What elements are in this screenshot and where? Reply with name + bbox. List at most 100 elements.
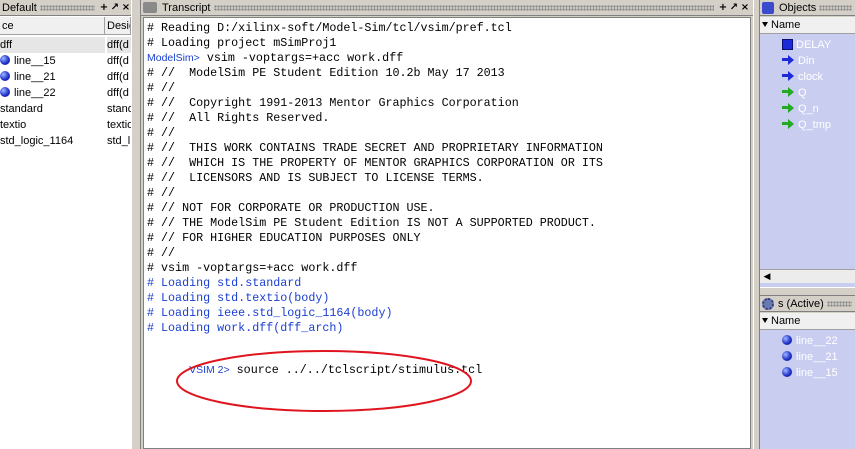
transcript-line: # // All Rights Reserved.	[147, 111, 329, 126]
undock-icon[interactable]: ↗	[729, 2, 739, 13]
transcript-console[interactable]: # Reading D:/xilinx-soft/Model-Sim/tcl/v…	[143, 17, 751, 449]
output-port-icon	[782, 103, 794, 113]
row-design: dff(d	[107, 55, 129, 67]
objects-column-header[interactable]: Name	[760, 17, 855, 34]
gear-icon	[762, 297, 774, 310]
line-text: # // NOT FOR CORPORATE OR PRODUCTION USE…	[147, 201, 435, 215]
line-text: # Loading ieee.std_logic_1164(body)	[147, 306, 393, 320]
processes-list: Name line__22 line__21 line__15	[760, 313, 855, 449]
object-row[interactable]: DELAY	[782, 37, 831, 53]
panel-splitter[interactable]	[753, 0, 760, 449]
process-name: line__21	[796, 351, 838, 363]
processes-panel: s (Active) Name line__22 line__21 line__…	[760, 296, 855, 449]
column-header-design-unit[interactable]: Desig	[105, 17, 131, 35]
line-text: # Loading project mSimProj1	[147, 36, 337, 50]
structure-titlebar: Default + ↗ ×	[0, 0, 131, 16]
close-icon[interactable]: ×	[121, 2, 131, 13]
transcript-line: # //	[147, 126, 175, 141]
row-name: line__21	[14, 71, 56, 83]
transcript-line: # Reading D:/xilinx-soft/Model-Sim/tcl/v…	[147, 21, 512, 36]
transcript-line: # // THE ModelSim PE Student Edition IS …	[147, 216, 596, 231]
column-label: Name	[771, 19, 801, 31]
drag-grip[interactable]	[39, 4, 95, 11]
line-text: # vsim -voptargs=+acc work.dff	[147, 261, 358, 275]
transcript-line: # Loading project mSimProj1	[147, 36, 336, 51]
process-ball-icon	[782, 335, 792, 345]
transcript-titlebar: Transcript + ↗ ×	[141, 0, 753, 16]
transcript-line: # // THIS WORK CONTAINS TRADE SECRET AND…	[147, 141, 603, 156]
line-text: # //	[147, 186, 176, 200]
column-header-instance[interactable]: ce	[0, 17, 105, 35]
process-name: line__15	[796, 367, 838, 379]
processes-column-header[interactable]: Name	[760, 313, 855, 330]
transcript-line: # vsim -voptargs=+acc work.dff	[147, 261, 357, 276]
object-row[interactable]: clock	[782, 69, 823, 85]
transcript-line: # // WHICH IS THE PROPERTY OF MENTOR GRA…	[147, 156, 603, 171]
process-row[interactable]: line__15	[782, 365, 838, 381]
process-row[interactable]: line__22	[782, 333, 838, 349]
drag-grip[interactable]	[819, 4, 852, 11]
tree-row-line21[interactable]: line__21 dff(d	[0, 69, 131, 85]
tree-row-line22[interactable]: line__22 dff(d	[0, 85, 131, 101]
panel-splitter[interactable]	[760, 287, 855, 296]
panel-splitter[interactable]	[131, 0, 141, 449]
add-icon[interactable]: +	[718, 2, 728, 13]
structure-title: Default	[2, 1, 37, 14]
object-name: Q_n	[798, 103, 819, 115]
line-text: # // All Rights Reserved.	[147, 111, 330, 125]
row-design: dff(d	[107, 87, 129, 99]
row-design: dff(d	[107, 37, 131, 53]
row-name: line__15	[14, 55, 56, 67]
transcript-line: # //	[147, 246, 175, 261]
line-text: # // LICENSORS AND IS SUBJECT TO LICENSE…	[147, 171, 484, 185]
undock-icon[interactable]: ↗	[110, 2, 120, 13]
transcript-line: # Loading ieee.std_logic_1164(body)	[147, 306, 392, 321]
process-row[interactable]: line__21	[782, 349, 838, 365]
object-name: Din	[798, 55, 815, 67]
drag-grip[interactable]	[213, 4, 714, 11]
line-text: # Loading work.dff(dff_arch)	[147, 321, 344, 335]
objects-list: Name DELAY Din clock Q Q_n Q_tmp ◀	[760, 17, 855, 287]
output-port-icon	[782, 87, 794, 97]
line-text: # // THE ModelSim PE Student Edition IS …	[147, 216, 596, 230]
structure-panel: Default + ↗ × ce Desig dff dff(d line__1…	[0, 0, 131, 449]
constant-icon	[782, 39, 793, 50]
row-name: textio	[0, 119, 27, 131]
input-port-icon	[782, 55, 794, 65]
add-icon[interactable]: +	[99, 2, 109, 13]
row-design: dff(d	[107, 71, 129, 83]
object-row[interactable]: Q_n	[782, 101, 819, 117]
line-text: # //	[147, 81, 176, 95]
object-row[interactable]: Din	[782, 53, 815, 69]
transcript-line: # // NOT FOR CORPORATE OR PRODUCTION USE…	[147, 201, 435, 216]
object-name: clock	[798, 71, 824, 83]
close-icon[interactable]: ×	[740, 2, 750, 13]
line-text: # Loading std.standard	[147, 276, 302, 290]
horizontal-scrollbar[interactable]: ◀	[760, 269, 855, 283]
transcript-line: # // FOR HIGHER EDUCATION PURPOSES ONLY	[147, 231, 421, 246]
tree-row-std-logic-1164[interactable]: std_logic_1164 std_l	[0, 133, 131, 149]
object-row[interactable]: Q_tmp	[782, 117, 831, 133]
process-ball-icon	[0, 55, 10, 65]
line-text: # // FOR HIGHER EDUCATION PURPOSES ONLY	[147, 231, 421, 245]
transcript-title: Transcript	[162, 1, 211, 14]
row-design: textio	[107, 119, 131, 131]
annotation-ellipse	[176, 350, 472, 412]
line-text: vsim -voptargs=+acc work.dff	[199, 51, 404, 65]
tree-row-standard[interactable]: standard stand	[0, 101, 131, 117]
transcript-line: # // LICENSORS AND IS SUBJECT TO LICENSE…	[147, 171, 484, 186]
objects-icon	[762, 1, 774, 14]
tree-row-dff[interactable]: dff dff(d	[0, 37, 131, 53]
transcript-line: # // Copyright 1991-2013 Mentor Graphics…	[147, 96, 519, 111]
process-ball-icon	[0, 87, 10, 97]
drag-grip[interactable]	[826, 300, 852, 307]
transcript-line: # Loading std.standard	[147, 276, 301, 291]
transcript-line: # Loading std.textio(body)	[147, 291, 329, 306]
processes-titlebar: s (Active)	[760, 296, 855, 312]
scroll-left-icon[interactable]: ◀	[761, 271, 773, 283]
tree-row-line15[interactable]: line__15 dff(d	[0, 53, 131, 69]
transcript-line: # //	[147, 186, 175, 201]
object-row[interactable]: Q	[782, 85, 807, 101]
tree-row-textio[interactable]: textio textio	[0, 117, 131, 133]
row-design: stand	[107, 103, 131, 115]
